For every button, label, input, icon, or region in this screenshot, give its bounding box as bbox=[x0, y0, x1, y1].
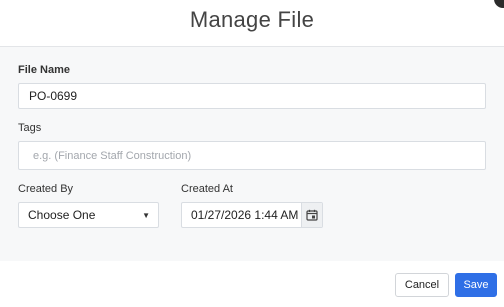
created-by-label: Created By bbox=[18, 183, 74, 195]
created-at-label: Created At bbox=[181, 183, 233, 195]
created-at-value: 01/27/2026 1:44 AM bbox=[191, 208, 299, 222]
save-button[interactable]: Save bbox=[455, 273, 497, 297]
modal-body: File Name PO-0699 Tags e.g. (Finance Sta… bbox=[0, 47, 504, 262]
created-by-selected: Choose One bbox=[28, 208, 96, 222]
file-name-input[interactable]: PO-0699 bbox=[18, 83, 486, 109]
calendar-icon[interactable] bbox=[301, 203, 322, 227]
modal-title: Manage File bbox=[189, 7, 315, 32]
file-name-label: File Name bbox=[18, 64, 70, 76]
manage-file-modal: Manage File File Name PO-0699 Tags e.g. … bbox=[0, 0, 504, 307]
modal-header: Manage File bbox=[0, 0, 504, 47]
cancel-button[interactable]: Cancel bbox=[395, 273, 449, 297]
created-by-select[interactable]: Choose One ▼ bbox=[18, 202, 159, 228]
tags-input[interactable]: e.g. (Finance Staff Construction) bbox=[18, 141, 486, 170]
created-at-input[interactable]: 01/27/2026 1:44 AM bbox=[181, 202, 323, 228]
caret-down-icon: ▼ bbox=[142, 210, 150, 220]
tags-label: Tags bbox=[18, 122, 42, 134]
modal-footer: Cancel Save bbox=[0, 261, 504, 307]
